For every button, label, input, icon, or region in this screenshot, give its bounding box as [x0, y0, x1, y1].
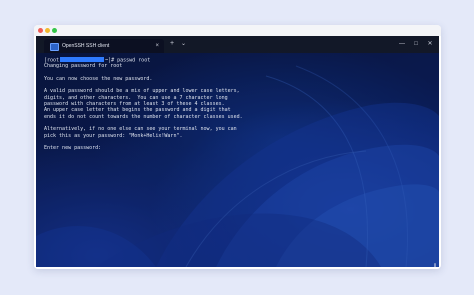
browser-window: OpenSSH SSH client × + ⌄ — □ ✕ [root ~]# … [34, 25, 441, 269]
tab-bar: OpenSSH SSH client × + ⌄ — □ ✕ [36, 36, 439, 53]
tab-dropdown-icon[interactable]: ⌄ [181, 39, 186, 49]
tab-close-icon[interactable]: × [155, 41, 159, 51]
tab-openssh[interactable]: OpenSSH SSH client × [44, 39, 164, 53]
redacted-hostname [60, 57, 105, 62]
zoom-dot-icon[interactable] [52, 28, 57, 33]
window-close-icon[interactable]: ✕ [424, 39, 436, 49]
password-prompt: Enter new password: [44, 145, 102, 152]
scrollbar[interactable] [434, 263, 436, 267]
window-titlebar [34, 25, 441, 36]
minimize-icon[interactable]: — [396, 39, 408, 49]
tab-title: OpenSSH SSH client [62, 43, 110, 49]
terminal-icon [50, 43, 59, 51]
maximize-icon[interactable]: □ [410, 39, 422, 49]
new-tab-icon[interactable]: + [170, 39, 174, 49]
minimize-dot-icon[interactable] [45, 28, 50, 33]
windows-terminal: OpenSSH SSH client × + ⌄ — □ ✕ [root ~]# … [36, 36, 439, 267]
close-dot-icon[interactable] [38, 28, 43, 33]
terminal-output: [root ~]# passwd root Changing password f… [44, 57, 429, 151]
terminal-screen[interactable]: [root ~]# passwd root Changing password f… [36, 53, 439, 267]
